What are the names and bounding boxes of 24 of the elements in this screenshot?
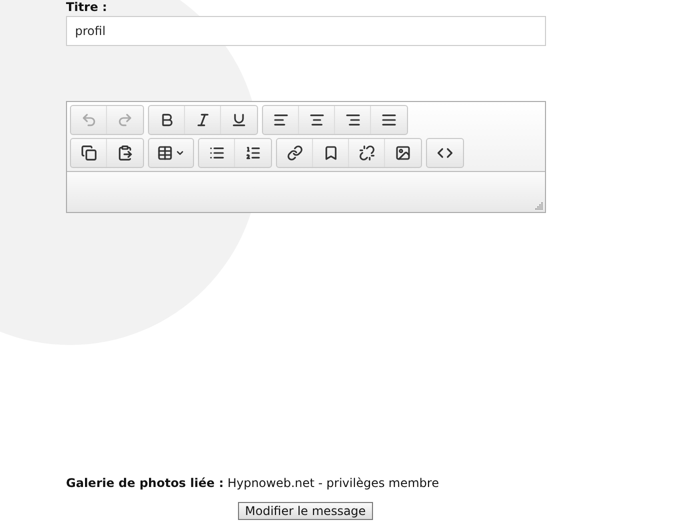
paste-icon	[117, 145, 133, 161]
align-left-icon	[272, 112, 288, 128]
title-label: Titre :	[66, 0, 108, 14]
table-icon	[157, 145, 173, 161]
submit-button[interactable]: Modifier le message	[238, 502, 373, 520]
redo-icon	[117, 112, 133, 128]
caret-icon	[175, 148, 185, 158]
italic-icon	[194, 112, 210, 128]
undo-icon	[80, 112, 96, 128]
numbered-list-icon	[245, 145, 261, 161]
align-right-icon	[344, 112, 360, 128]
resize-grip-icon[interactable]	[535, 202, 543, 210]
unlink-icon	[358, 145, 374, 161]
bullet-list-icon	[208, 145, 224, 161]
gallery-text: Galerie de photos liée : Hypnoweb.net - privilèges membre	[66, 476, 440, 490]
code-icon	[437, 145, 453, 161]
image-icon	[395, 145, 411, 161]
copy-icon	[80, 145, 96, 161]
link-icon	[286, 145, 302, 161]
title-input[interactable]: profil	[66, 16, 546, 46]
align-center-icon	[308, 112, 324, 128]
justify-icon	[381, 112, 397, 128]
underline-icon	[231, 112, 247, 128]
bookmark-icon	[322, 145, 338, 161]
